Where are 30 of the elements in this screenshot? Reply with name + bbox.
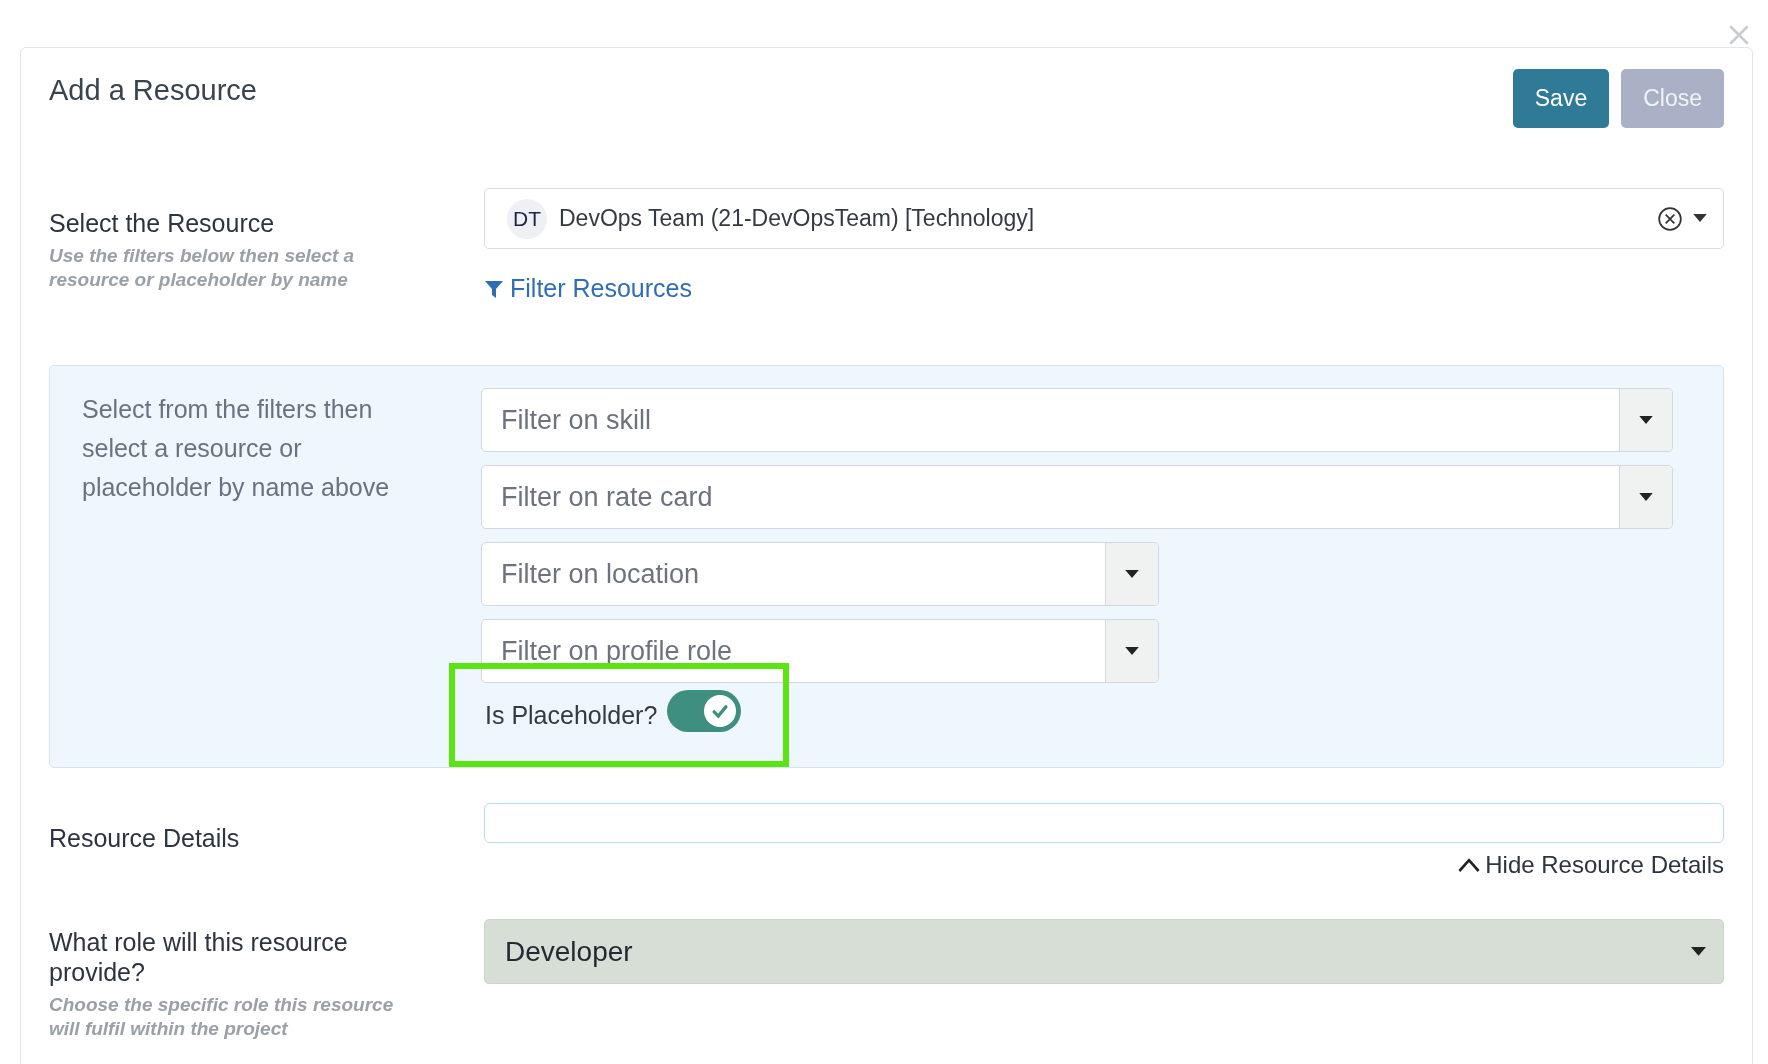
filter-description: Select from the filters then select a resource or placeholder by name above bbox=[82, 394, 391, 503]
filter-dropdown[interactable]: Filter on profile role bbox=[481, 619, 1159, 683]
caret-icon bbox=[1691, 946, 1706, 957]
resource-select[interactable]: DT DevOps Team (21-DevOpsTeam) [Technology] bbox=[484, 188, 1724, 249]
field-label: Select the Resource bbox=[49, 208, 276, 238]
save-button[interactable]: Save bbox=[1512, 69, 1610, 128]
caret-icon bbox=[1639, 492, 1653, 502]
details-field[interactable] bbox=[484, 803, 1724, 843]
caret-icon bbox=[1125, 569, 1139, 579]
caret-icon bbox=[1125, 646, 1139, 656]
clear-icon[interactable] bbox=[1657, 205, 1683, 232]
funnel-icon bbox=[484, 278, 504, 299]
dialog-title: Add a Resource bbox=[49, 74, 257, 107]
toggle-label: Is Placeholder? bbox=[485, 700, 658, 730]
avatar-initials: DT bbox=[507, 198, 547, 239]
filter-dropdown[interactable]: Filter on skill bbox=[481, 388, 1673, 452]
caret-icon[interactable] bbox=[1693, 214, 1707, 223]
role-select[interactable]: Developer bbox=[484, 919, 1724, 984]
hide-details-link[interactable]: Hide Resource Details bbox=[484, 851, 1724, 879]
field-hint: Choose the specific role this resource will fulfil within the project bbox=[49, 993, 395, 1041]
chevron-icon bbox=[1457, 857, 1482, 873]
selected-value: DevOps Team (21-DevOpsTeam) [Technology] bbox=[559, 205, 1036, 232]
filter-dropdown[interactable]: Filter on location bbox=[481, 542, 1159, 606]
caret-icon bbox=[1639, 415, 1653, 425]
field-hint: Use the filters below then select a resource or placeholder by name bbox=[49, 244, 356, 292]
filter-resources-link[interactable]: Filter Resources bbox=[484, 274, 692, 303]
field-label: What role will this resource provide? bbox=[49, 927, 349, 987]
filter-dropdown[interactable]: Filter on rate card bbox=[481, 465, 1673, 529]
placeholder-toggle[interactable] bbox=[667, 690, 742, 732]
field-label: Resource Details bbox=[49, 823, 241, 853]
